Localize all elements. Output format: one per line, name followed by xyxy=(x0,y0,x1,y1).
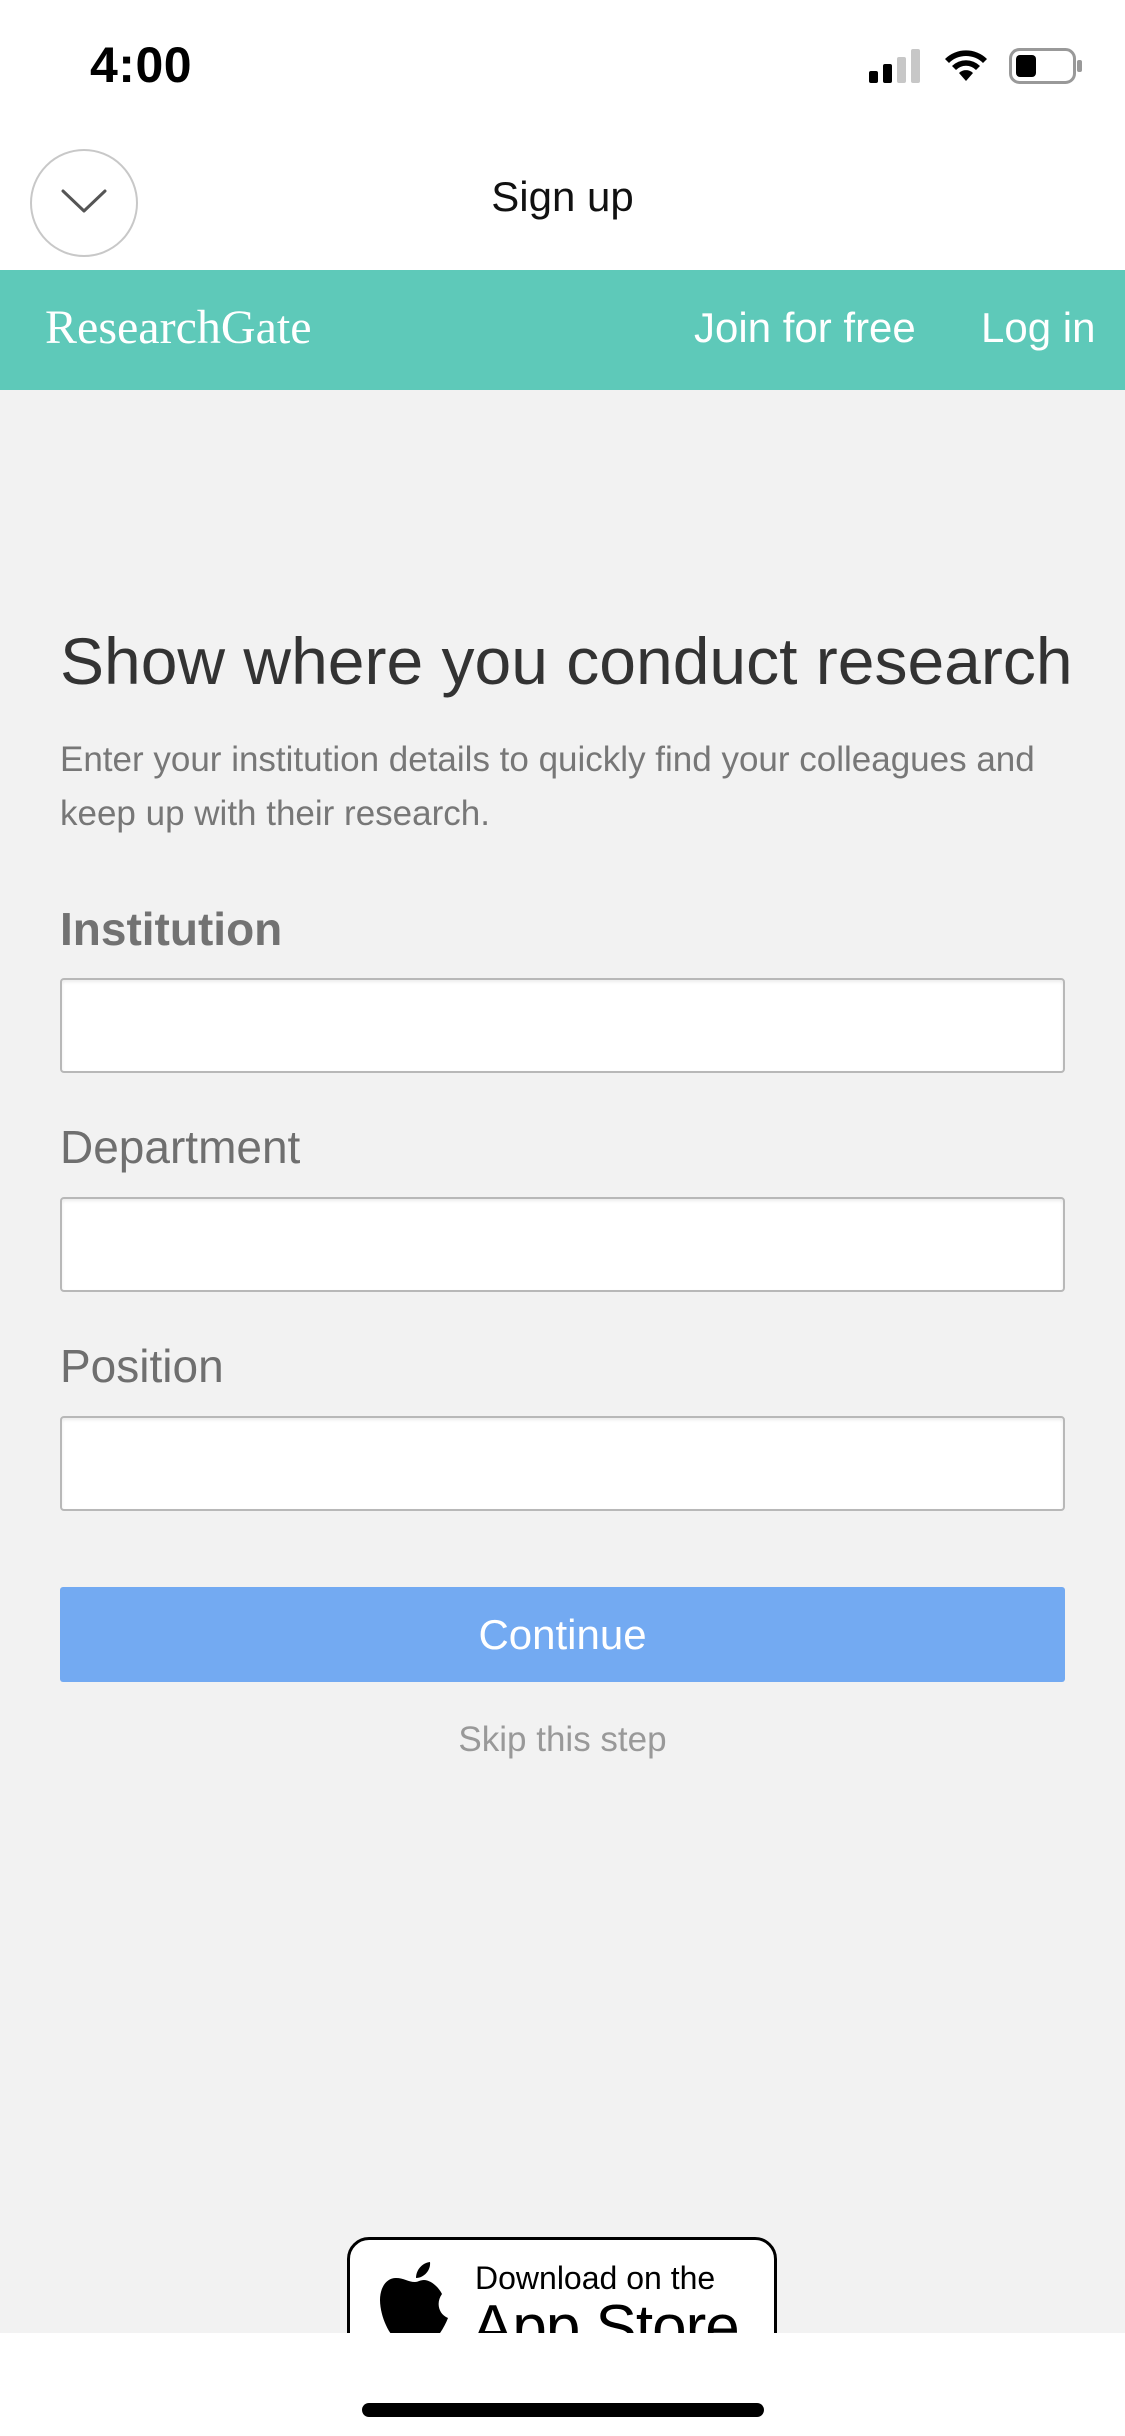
department-label: Department xyxy=(60,1121,301,1173)
wifi-icon xyxy=(943,49,989,83)
status-icons xyxy=(869,48,1083,84)
department-input[interactable] xyxy=(60,1197,1065,1292)
nav-header: Sign up xyxy=(0,135,1125,270)
position-input[interactable] xyxy=(60,1416,1065,1511)
app-store-badge[interactable]: Download on the App Store xyxy=(347,2237,777,2333)
continue-button[interactable]: Continue xyxy=(60,1587,1065,1682)
status-bar: 4:00 xyxy=(0,0,1125,135)
cellular-signal-icon xyxy=(869,49,923,83)
apple-icon xyxy=(380,2262,450,2333)
institution-input[interactable] xyxy=(60,978,1065,1073)
position-label: Position xyxy=(60,1340,224,1392)
app-store-badge-line2: App Store xyxy=(472,2293,740,2333)
log-in-link[interactable]: Log in xyxy=(981,304,1095,352)
nav-title: Sign up xyxy=(491,173,634,220)
status-time: 4:00 xyxy=(90,37,193,93)
researchgate-logo[interactable]: ResearchGate xyxy=(45,300,312,355)
join-for-free-link[interactable]: Join for free xyxy=(694,304,916,352)
signup-form-area: Show where you conduct research Enter yo… xyxy=(0,390,1125,2333)
home-indicator[interactable] xyxy=(362,2403,764,2417)
researchgate-header: ResearchGate Join for free Log in xyxy=(0,270,1125,390)
institution-label: Institution xyxy=(60,903,283,955)
skip-step-link[interactable]: Skip this step xyxy=(0,1720,1125,1760)
page-subtitle: Enter your institution details to quickl… xyxy=(60,740,1035,833)
battery-icon xyxy=(1009,48,1083,84)
bottom-safe-area xyxy=(0,2333,1125,2436)
page-title: Show where you conduct research xyxy=(60,624,1073,698)
